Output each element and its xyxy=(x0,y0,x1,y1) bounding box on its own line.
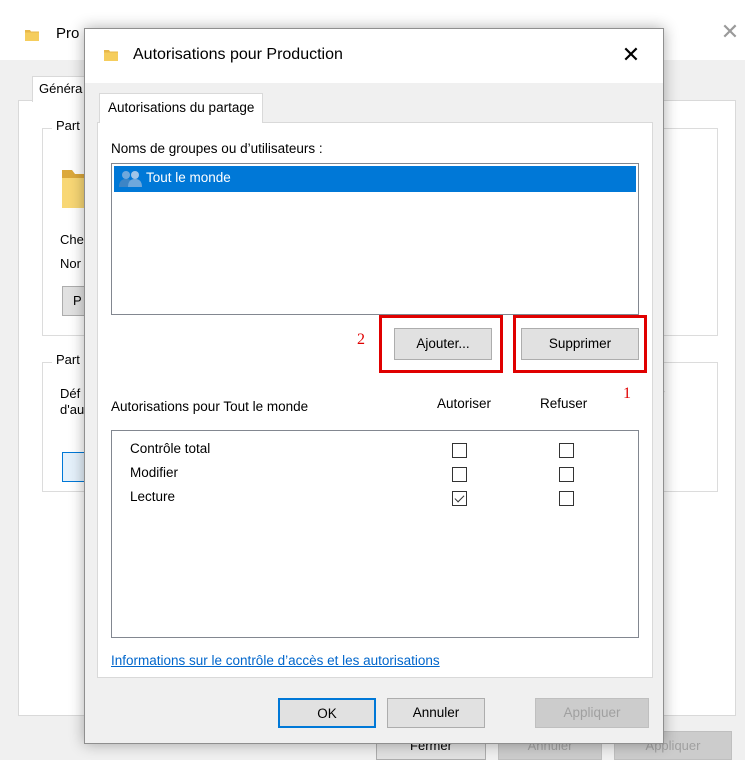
groups-users-label: Noms de groupes ou d’utilisateurs : xyxy=(111,141,323,156)
permission-full-control-label: Contrôle total xyxy=(130,441,211,456)
users-group-icon xyxy=(119,171,142,187)
background-group1-label: Part xyxy=(52,118,84,133)
annotation-number-1: 1 xyxy=(623,385,631,402)
background-tab-general[interactable]: Généra xyxy=(32,76,90,102)
background-path-label: Che xyxy=(60,232,84,247)
permissions-dialog: Autorisations pour Production ✕ Autorisa… xyxy=(84,28,664,744)
folder-icon xyxy=(25,30,39,41)
permission-modify-label: Modifier xyxy=(130,465,179,480)
dialog-titlebar[interactable]: Autorisations pour Production ✕ xyxy=(85,29,663,83)
modify-allow-checkbox[interactable] xyxy=(452,467,467,482)
permission-read-label: Lecture xyxy=(130,489,176,504)
ok-button[interactable]: OK xyxy=(278,698,376,728)
users-listbox[interactable]: Tout le monde xyxy=(111,163,639,315)
permissions-list: Contrôle total Modifier Lecture xyxy=(111,430,639,638)
background-window-title: Pro xyxy=(56,25,80,42)
background-advanced-description: Déf d'au xyxy=(60,386,85,417)
list-item[interactable]: Tout le monde xyxy=(114,166,636,192)
remove-button[interactable]: Supprimer xyxy=(521,328,639,360)
permissions-for-label: Autorisations pour Tout le monde xyxy=(111,399,309,414)
full-control-deny-checkbox[interactable] xyxy=(559,443,574,458)
folder-icon xyxy=(104,50,118,61)
background-close-icon[interactable]: ✕ xyxy=(718,20,742,44)
full-control-allow-checkbox[interactable] xyxy=(452,443,467,458)
user-name: Tout le monde xyxy=(146,170,231,185)
apply-button[interactable]: Appliquer xyxy=(535,698,649,728)
access-control-info-link[interactable]: Informations sur le contrôle d’accès et … xyxy=(111,653,440,668)
tab-share-permissions[interactable]: Autorisations du partage xyxy=(99,93,264,123)
column-header-deny: Refuser xyxy=(540,396,588,411)
read-allow-checkbox[interactable] xyxy=(452,491,467,506)
annotation-number-2: 2 xyxy=(357,331,365,348)
column-header-allow: Autoriser xyxy=(437,396,492,411)
add-button[interactable]: Ajouter... xyxy=(394,328,492,360)
dialog-title: Autorisations pour Production xyxy=(133,46,343,63)
modify-deny-checkbox[interactable] xyxy=(559,467,574,482)
cancel-button[interactable]: Annuler xyxy=(387,698,485,728)
background-group2-label: Part xyxy=(52,352,84,367)
close-icon[interactable]: ✕ xyxy=(615,41,647,69)
read-deny-checkbox[interactable] xyxy=(559,491,574,506)
background-name-label: Nor xyxy=(60,256,81,271)
